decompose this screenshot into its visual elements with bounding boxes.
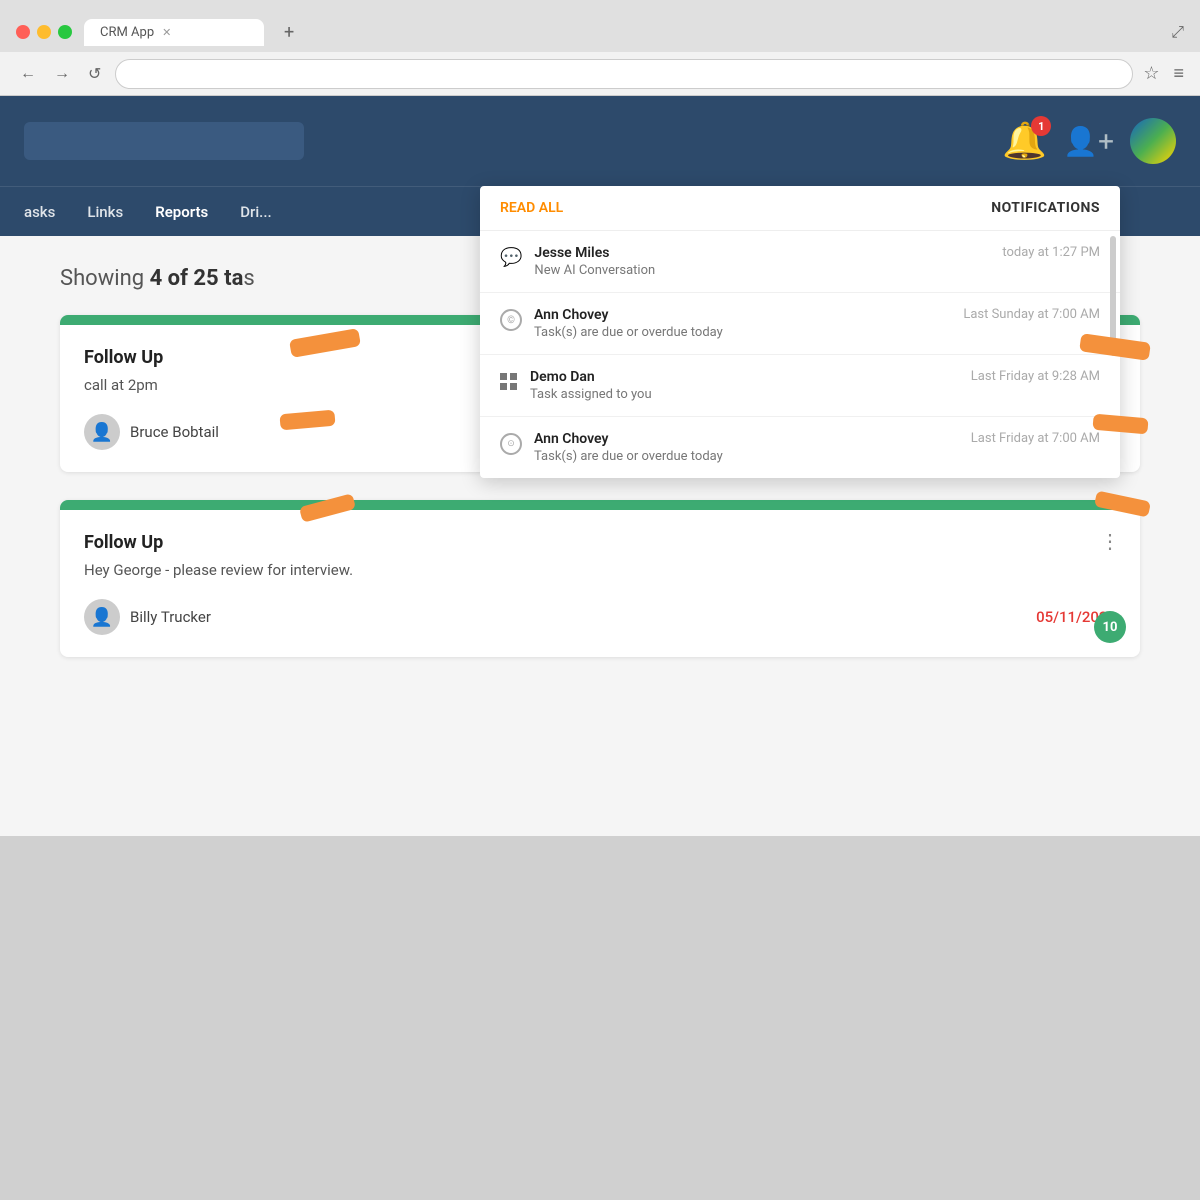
read-all-button[interactable]: READ ALL [500, 200, 563, 216]
notification-item-4[interactable]: ⊙ Ann Chovey Task(s) are due or overdue … [480, 417, 1120, 478]
avatar-icon-2: 👤 [91, 607, 113, 628]
notif-sender-1: Jesse Miles [534, 245, 990, 261]
contact-name-1: Bruce Bobtail [130, 423, 219, 441]
browser-tab[interactable]: CRM App ✕ [84, 19, 264, 46]
notif-body-1: Jesse Miles New AI Conversation [534, 245, 990, 278]
speech-bubble-icon: 💬 [500, 247, 522, 268]
contact-avatar-2: 👤 [84, 599, 120, 635]
notification-bell[interactable]: 🔔 1 [1002, 120, 1047, 162]
contact-avatar-1: 👤 [84, 414, 120, 450]
showing-count: 4 of 25 ta [150, 266, 244, 291]
app-container: 🔔 1 👤+ asks Links Reports Dri... Showing… [0, 96, 1200, 1200]
nav-item-links[interactable]: Links [87, 203, 123, 221]
notif-time-2: Last Sunday at 7:00 AM [963, 307, 1100, 322]
notifications-scrollbar[interactable] [1110, 236, 1116, 356]
refresh-button[interactable]: ↺ [84, 60, 105, 88]
notif-message-2: Task(s) are due or overdue today [534, 325, 951, 340]
new-tab-button[interactable]: + [276, 20, 302, 45]
notif-time-4: Last Friday at 7:00 AM [971, 431, 1100, 446]
address-bar[interactable] [115, 59, 1133, 89]
grid-icon-3 [500, 373, 518, 391]
user-avatar[interactable] [1130, 118, 1176, 164]
avatar-icon-1: 👤 [91, 422, 113, 443]
notification-item-1[interactable]: 💬 Jesse Miles New AI Conversation today … [480, 231, 1120, 293]
task-notes-2: Hey George - please review for interview… [84, 561, 1116, 579]
task-menu-button-2[interactable]: ⋮ [1100, 532, 1120, 552]
notif-body-4: Ann Chovey Task(s) are due or overdue to… [534, 431, 959, 464]
clock-circle-icon-2: © [500, 309, 522, 331]
browser-titlebar: CRM App ✕ + ⤢ [0, 0, 1200, 52]
notif-time-1: today at 1:27 PM [1002, 245, 1100, 260]
back-button[interactable]: ← [16, 61, 40, 87]
notifications-list: 💬 Jesse Miles New AI Conversation today … [480, 231, 1120, 478]
task-contact-2: 👤 Billy Trucker [84, 599, 211, 635]
task-card-2: ⋮ Follow Up Hey George - please review f… [60, 500, 1140, 657]
task-contact-1: 👤 Bruce Bobtail [84, 414, 219, 450]
forward-button[interactable]: → [50, 61, 74, 87]
notif-sender-4: Ann Chovey [534, 431, 959, 447]
bookmark-icon[interactable]: ☆ [1143, 63, 1159, 84]
notif-time-3: Last Friday at 9:28 AM [971, 369, 1100, 384]
maximize-button[interactable] [58, 25, 72, 39]
task-footer-2: 👤 Billy Trucker 05/11/2021 [84, 599, 1116, 635]
browser-toolbar: ← → ↺ ☆ ≡ [0, 52, 1200, 96]
notification-badge: 1 [1031, 116, 1051, 136]
task-count-badge: 10 [1094, 611, 1126, 643]
app-header: 🔔 1 👤+ [0, 96, 1200, 186]
header-search-bar[interactable] [24, 122, 304, 160]
toolbar-icons: ☆ ≡ [1143, 63, 1184, 84]
nav-item-tasks[interactable]: asks [24, 203, 55, 221]
expand-icon[interactable]: ⤢ [1171, 22, 1184, 42]
notification-item-2[interactable]: © Ann Chovey Task(s) are due or overdue … [480, 293, 1120, 355]
clock-circle-icon-4: ⊙ [500, 433, 522, 455]
contact-name-2: Billy Trucker [130, 608, 211, 626]
notifications-dropdown: READ ALL NOTIFICATIONS 💬 Jesse Miles New… [480, 186, 1120, 478]
notifications-header: READ ALL NOTIFICATIONS [480, 186, 1120, 231]
tab-label: CRM App [100, 25, 154, 40]
minimize-button[interactable] [37, 25, 51, 39]
notif-message-1: New AI Conversation [534, 263, 990, 278]
task-title-2: Follow Up [84, 532, 1116, 553]
nav-item-drive[interactable]: Dri... [240, 203, 271, 221]
notification-item-3[interactable]: Demo Dan Task assigned to you Last Frida… [480, 355, 1120, 417]
notif-body-2: Ann Chovey Task(s) are due or overdue to… [534, 307, 951, 340]
notif-body-3: Demo Dan Task assigned to you [530, 369, 959, 402]
nav-item-reports[interactable]: Reports [155, 203, 208, 221]
notif-message-3: Task assigned to you [530, 387, 959, 402]
close-button[interactable] [16, 25, 30, 39]
notif-sender-2: Ann Chovey [534, 307, 951, 323]
task-card-body-2: ⋮ Follow Up Hey George - please review f… [60, 510, 1140, 657]
notif-sender-3: Demo Dan [530, 369, 959, 385]
task-card-top-bar-2 [60, 500, 1140, 510]
browser-chrome: CRM App ✕ + ⤢ ← → ↺ ☆ ≡ [0, 0, 1200, 96]
notif-message-4: Task(s) are due or overdue today [534, 449, 959, 464]
add-contact-icon[interactable]: 👤+ [1063, 125, 1114, 158]
tab-close-icon[interactable]: ✕ [162, 26, 171, 39]
menu-icon[interactable]: ≡ [1173, 63, 1184, 84]
traffic-lights [16, 25, 72, 39]
header-icons: 🔔 1 👤+ [1002, 118, 1176, 164]
notifications-title: NOTIFICATIONS [991, 200, 1100, 216]
